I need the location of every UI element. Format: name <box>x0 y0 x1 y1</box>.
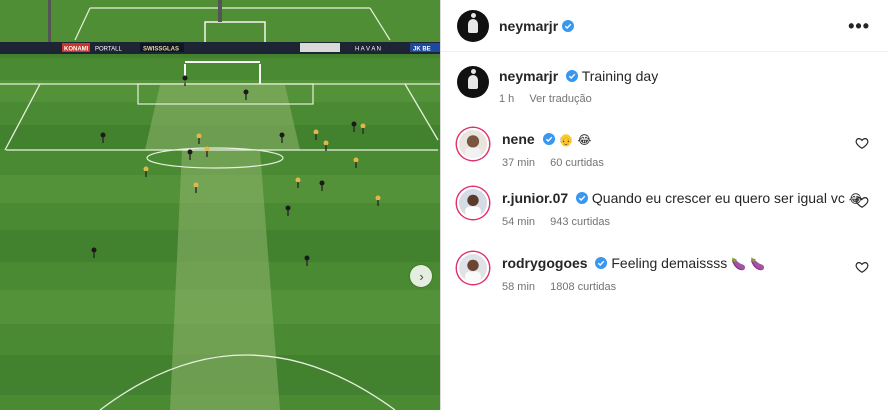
like-comment-heart-icon[interactable] <box>855 136 869 150</box>
next-image-button[interactable]: › <box>410 265 432 287</box>
eggplant-emoji: 🍆 <box>731 257 747 271</box>
ad-konami: KONAMI <box>64 47 89 53</box>
comment-item: nene 👴 😂 37 min 60 curtidas <box>457 128 877 169</box>
post-modal: KONAMI PORTALL SWISSGLAS H A V A N JK BE <box>0 0 888 410</box>
caption-author-avatar[interactable] <box>457 66 489 98</box>
comment-item: r.junior.07 Quando eu crescer eu quero s… <box>457 187 877 228</box>
post-details-panel: neymarjr ••• neymarjr Training day 1 h V… <box>441 0 888 410</box>
chevron-right-icon: › <box>419 268 424 284</box>
comment-likes[interactable]: 943 curtidas <box>550 216 610 228</box>
author-username[interactable]: neymarjr <box>499 18 558 34</box>
comment-username[interactable]: r.junior.07 <box>502 190 568 206</box>
verified-badge-icon <box>542 133 555 145</box>
comment-time: 54 min <box>502 216 536 228</box>
see-translation-link[interactable]: Ver tradução <box>529 93 591 105</box>
commenter-avatar[interactable] <box>457 252 489 284</box>
training-pitch-photo: KONAMI PORTALL SWISSGLAS H A V A N JK BE <box>0 0 440 410</box>
comment-username[interactable]: rodrygogoes <box>502 255 588 271</box>
comment-time: 37 min <box>502 157 536 169</box>
eggplant-emoji: 🍆 <box>750 257 765 271</box>
comment-text: Quando eu crescer eu quero ser igual vc <box>591 190 845 206</box>
author-avatar[interactable] <box>457 9 489 42</box>
more-options-button[interactable]: ••• <box>848 16 870 37</box>
ad-havan: H A V A N <box>355 47 381 53</box>
comment-text: Feeling demaissss <box>611 255 728 271</box>
ad-jk: JK BE <box>413 47 431 53</box>
comment-item: rodrygogoes Feeling demaissss 🍆 🍆 58 min… <box>457 252 877 293</box>
commenter-avatar[interactable] <box>457 187 489 219</box>
post-caption: neymarjr Training day 1 h Ver tradução <box>457 66 658 105</box>
caption-username[interactable]: neymarjr <box>499 68 558 84</box>
like-comment-heart-icon[interactable] <box>855 260 869 274</box>
ad-portall: PORTALL <box>95 47 122 53</box>
caption-text: Training day <box>581 68 659 84</box>
comment-time: 58 min <box>502 281 536 293</box>
verified-badge-icon <box>595 257 608 269</box>
post-header: neymarjr ••• <box>441 0 888 52</box>
laughing-emoji: 😂 <box>577 133 592 147</box>
commenter-avatar[interactable] <box>457 128 489 160</box>
caption-time: 1 h <box>499 93 515 105</box>
comment-likes[interactable]: 1808 curtidas <box>550 281 616 293</box>
comment-username[interactable]: nene <box>502 131 535 147</box>
verified-badge-icon <box>576 192 589 204</box>
verified-badge-icon <box>562 19 575 32</box>
post-image: KONAMI PORTALL SWISSGLAS H A V A N JK BE <box>0 0 440 410</box>
like-comment-heart-icon[interactable] <box>855 195 869 209</box>
old-man-emoji: 👴 <box>558 133 574 147</box>
verified-badge-icon <box>566 70 579 82</box>
comment-likes[interactable]: 60 curtidas <box>550 157 604 169</box>
ad-swissglas: SWISSGLAS <box>143 47 179 53</box>
